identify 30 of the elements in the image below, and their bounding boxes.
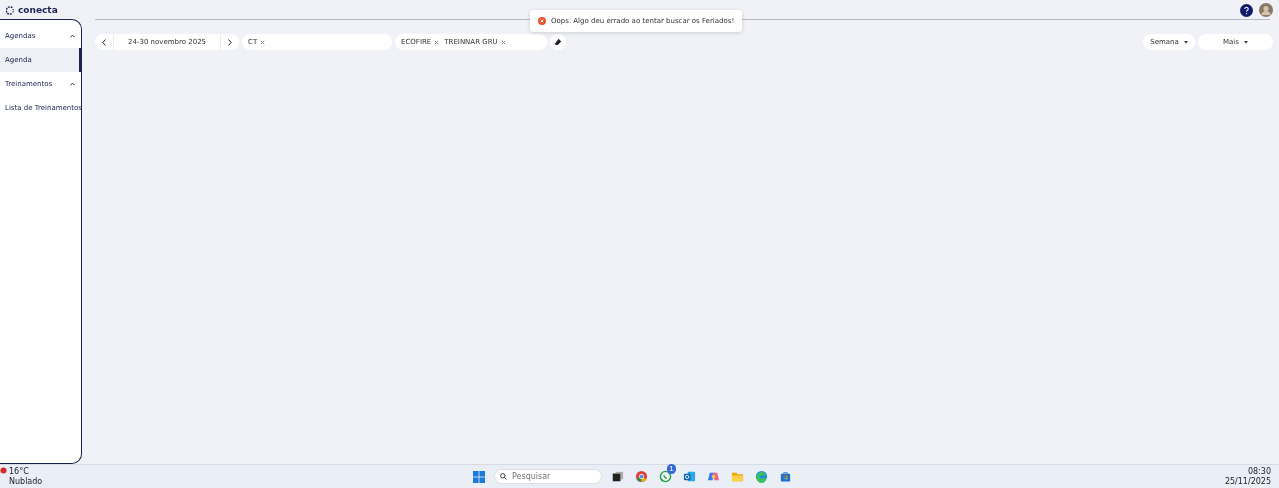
task-view-icon (610, 470, 624, 483)
mail-icon (682, 470, 696, 483)
logo-icon (6, 5, 15, 15)
store-icon (778, 470, 792, 483)
folder-icon (730, 470, 744, 483)
notification-badge: 1 (667, 463, 676, 474)
clock-time: 08:30 (1247, 466, 1271, 477)
weather-condition: Nublado (9, 476, 43, 487)
remove-icon[interactable] (434, 39, 440, 45)
temperature: 16°C (9, 466, 30, 477)
error-icon (538, 17, 546, 25)
chevron-left-icon (102, 38, 106, 46)
taskbar-search-field[interactable]: Pesquisar (494, 469, 602, 484)
help-icon[interactable] (1240, 3, 1253, 17)
remove-icon[interactable] (260, 39, 266, 45)
caret-icon (1183, 40, 1188, 44)
eraser-icon (554, 38, 563, 46)
app-logo[interactable]: conecta (6, 5, 58, 15)
avatar-icon[interactable] (1259, 3, 1273, 17)
taskbar-app[interactable]: 1 (656, 466, 674, 487)
chat-icon (658, 470, 672, 483)
windows-icon (473, 470, 485, 483)
remove-icon[interactable] (500, 39, 506, 45)
assistant-icon (706, 470, 720, 483)
caret-icon (1243, 40, 1248, 44)
clear-filters-button[interactable] (550, 34, 567, 50)
clock-date: 25/11/2025 (1224, 476, 1271, 487)
browser-icon (634, 470, 648, 483)
chevron-right-icon (228, 38, 233, 46)
browser-icon (754, 470, 768, 483)
